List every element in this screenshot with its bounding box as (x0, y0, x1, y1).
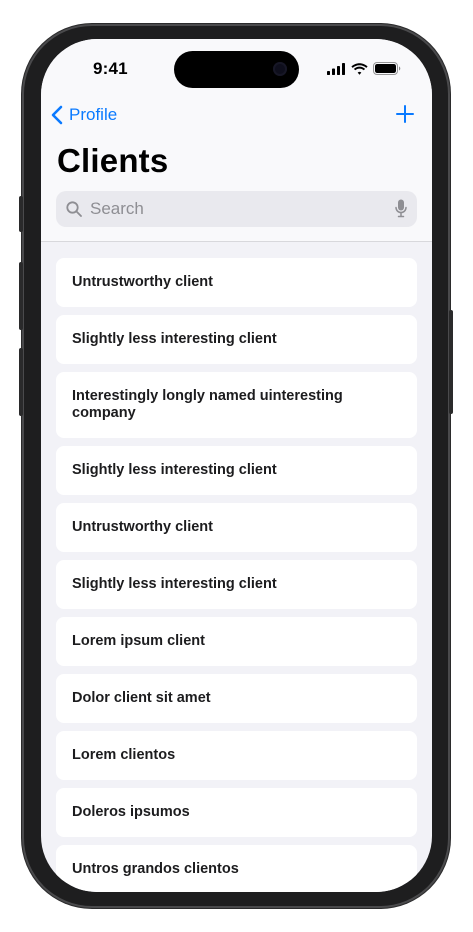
add-client-button[interactable] (396, 105, 414, 128)
dynamic-island (174, 51, 299, 88)
search-bar[interactable] (56, 191, 417, 227)
client-row[interactable]: Doleros ipsumos (56, 788, 417, 837)
client-row[interactable]: Untrustworthy client (56, 258, 417, 307)
back-button-label: Profile (69, 105, 118, 124)
client-row[interactable]: Lorem ipsum client (56, 617, 417, 666)
client-row[interactable]: Untrustworthy client (56, 503, 417, 552)
microphone-icon[interactable] (395, 199, 407, 219)
client-row[interactable]: Untros grandos clientos (56, 845, 417, 892)
action-button (19, 196, 23, 232)
search-icon (66, 201, 82, 217)
plus-icon (396, 105, 414, 123)
battery-icon (373, 62, 401, 75)
volume-up-button (19, 262, 23, 330)
front-camera (273, 62, 287, 76)
screen: 9:41 Profile Clients Search Untrustworth… (41, 39, 432, 892)
client-row[interactable]: Slightly less interesting client (56, 560, 417, 609)
search-input[interactable] (88, 198, 382, 220)
power-button (449, 310, 453, 414)
client-row[interactable]: Dolor client sit amet (56, 674, 417, 723)
page-title: Clients (57, 142, 169, 179)
navigation-header: 9:41 Profile Clients Search (41, 39, 432, 242)
client-row[interactable]: Slightly less interesting client (56, 315, 417, 364)
chevron-left-icon (51, 105, 63, 125)
client-row[interactable]: Interestingly longly named uinteresting … (56, 372, 417, 438)
volume-down-button (19, 348, 23, 416)
back-button[interactable]: Profile (51, 105, 117, 125)
client-row[interactable]: Slightly less interesting client (56, 446, 417, 495)
client-row[interactable]: Lorem clientos (56, 731, 417, 780)
status-icons (327, 62, 401, 75)
cellular-signal-icon (327, 62, 345, 75)
status-time: 9:41 (93, 59, 128, 78)
wifi-icon (351, 62, 368, 75)
clients-list: Untrustworthy client Slightly less inter… (56, 258, 417, 892)
